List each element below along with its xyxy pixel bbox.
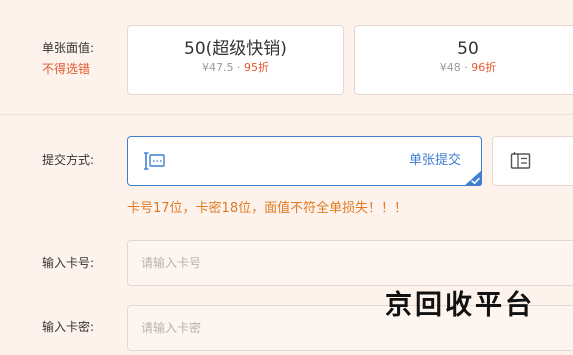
denomination-option-price-line: ¥48 · 96折 — [355, 61, 573, 75]
denomination-option-price: ¥48 — [439, 61, 461, 74]
batch-card-icon — [510, 151, 532, 171]
submit-method-batch[interactable] — [492, 136, 573, 186]
denomination-note: 不得选错 — [42, 62, 91, 76]
denomination-option-discount: 96折 — [471, 61, 497, 74]
denomination-option-1[interactable]: 50(超级快销) ¥47.5 · 95折 — [127, 25, 344, 95]
submit-method-single[interactable]: 单张提交 — [127, 136, 482, 186]
denomination-option-title: 50(超级快销) — [184, 39, 287, 59]
section-divider — [0, 114, 573, 115]
card-password-label: 输入卡密: — [42, 320, 95, 334]
submit-warning-text: 卡号17位，卡密18位，面值不符全单损失！！！ — [127, 201, 408, 216]
denomination-option-price: ¥47.5 — [202, 61, 234, 74]
price-separator: · — [233, 61, 244, 74]
selected-check-icon — [464, 170, 482, 186]
submit-method-label: 提交方式: — [42, 153, 95, 167]
price-separator: · — [460, 61, 472, 74]
watermark-text: 京回收平台 — [385, 290, 535, 321]
card-number-label: 输入卡号: — [42, 256, 95, 270]
denomination-option-2[interactable]: 50 ¥48 · 96折 — [354, 25, 573, 95]
denomination-option-title: 50 — [457, 39, 479, 59]
denomination-option-price-line: ¥47.5 · 95折 — [128, 61, 343, 75]
card-number-input[interactable] — [127, 240, 573, 286]
denomination-option-discount: 95折 — [244, 61, 269, 74]
denomination-label: 单张面值: — [42, 41, 95, 55]
submit-method-single-label: 单张提交 — [408, 153, 461, 168]
single-card-icon — [144, 151, 166, 171]
